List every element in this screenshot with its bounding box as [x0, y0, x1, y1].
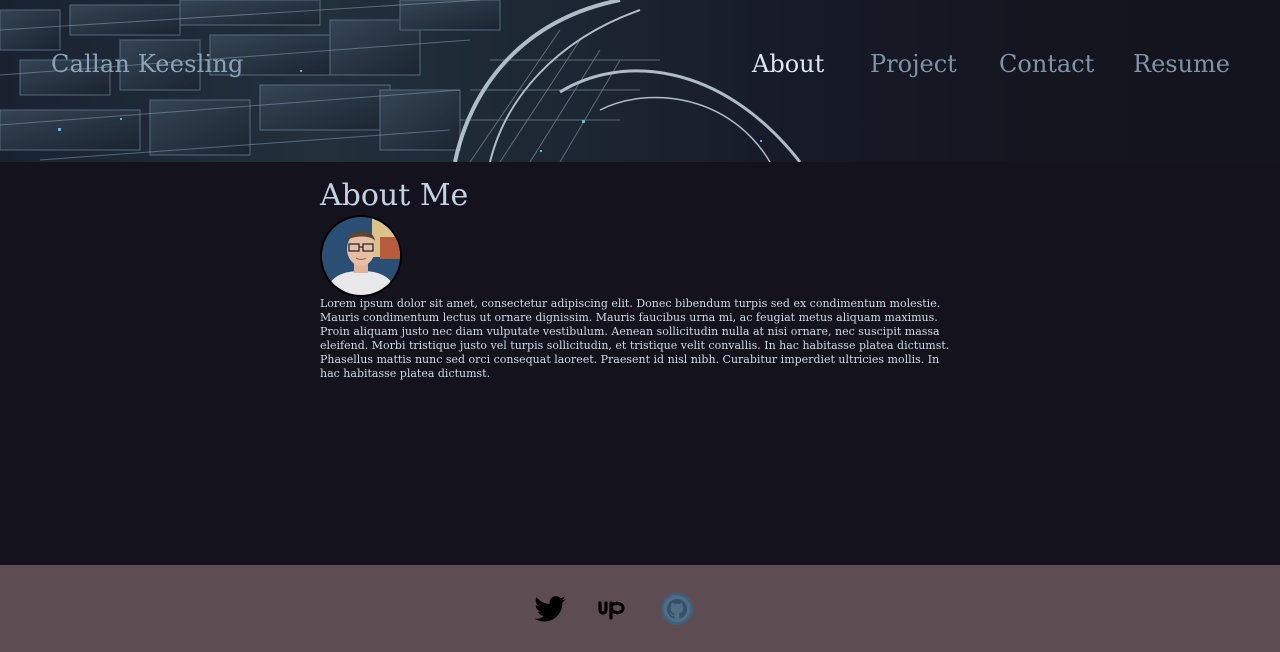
- profile-avatar: [320, 215, 402, 297]
- upwork-icon[interactable]: [596, 592, 630, 626]
- nav-contact-link[interactable]: Contact: [999, 50, 1094, 78]
- nav-resume-link[interactable]: Resume: [1133, 50, 1230, 78]
- nav-about-link[interactable]: About: [752, 50, 824, 78]
- about-section: About Me Lorem ipsum dolor sit amet, con…: [0, 162, 1280, 565]
- twitter-icon[interactable]: [533, 592, 567, 626]
- footer: [0, 565, 1280, 652]
- main-nav: About Project Contact Resume: [0, 50, 1280, 84]
- bio-text: Lorem ipsum dolor sit amet, consectetur …: [320, 297, 950, 380]
- github-icon[interactable]: [660, 592, 694, 626]
- page-title: About Me: [320, 178, 469, 213]
- header-banner: Callan Keesling About Project Contact Re…: [0, 0, 1280, 162]
- nav-project-link[interactable]: Project: [870, 50, 957, 78]
